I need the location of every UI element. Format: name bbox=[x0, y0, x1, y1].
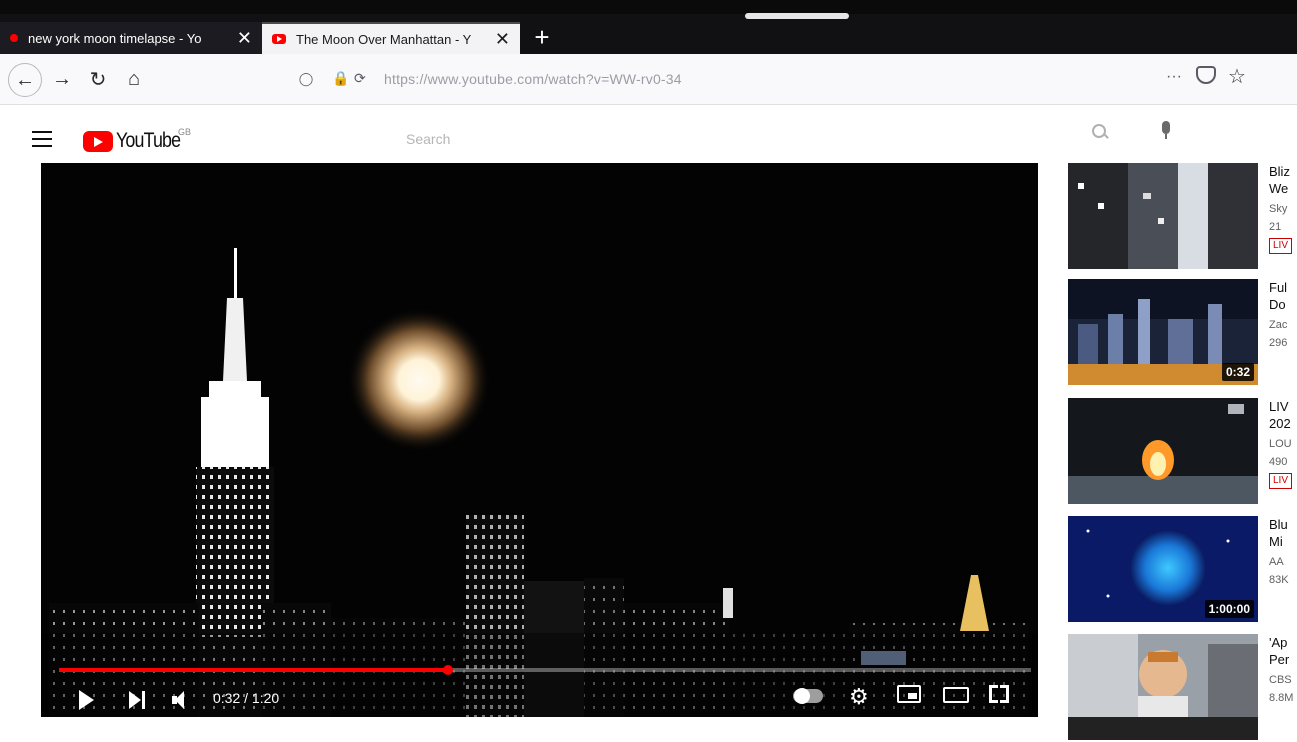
recommendation-views: 8.8M bbox=[1269, 692, 1294, 704]
next-video-icon[interactable] bbox=[129, 691, 147, 709]
recommendation-channel[interactable]: Zac bbox=[1269, 315, 1297, 335]
youtube-logo-icon[interactable] bbox=[83, 131, 113, 152]
autoplay-toggle[interactable] bbox=[793, 688, 823, 704]
tab-close-icon[interactable]: ✕ bbox=[237, 29, 252, 47]
url-address-field[interactable]: https://www.youtube.com/watch?v=WW-rv0-3… bbox=[384, 71, 682, 87]
back-button[interactable]: ← bbox=[8, 63, 42, 97]
back-arrow-icon: ← bbox=[15, 68, 35, 91]
moon bbox=[347, 308, 491, 452]
window-drag-handle[interactable] bbox=[745, 13, 849, 19]
recommendation-channel[interactable]: LOU bbox=[1269, 434, 1297, 454]
miniplayer-icon[interactable] bbox=[897, 685, 921, 703]
seek-scrubber-handle[interactable] bbox=[442, 665, 453, 675]
tab-title: new york moon timelapse - Yo bbox=[28, 30, 202, 46]
video-thumbnail[interactable] bbox=[1068, 634, 1258, 740]
reload-button[interactable]: ↻ bbox=[82, 63, 114, 95]
seek-bar-played bbox=[59, 668, 448, 672]
autoplay-permission-icon[interactable]: ⟳ bbox=[354, 70, 366, 87]
search-input[interactable]: Search bbox=[406, 131, 450, 147]
recommendation-item[interactable]: Bliz We Sky 21 LIV bbox=[1068, 163, 1297, 271]
tab-new-york-moon-timelapse[interactable]: new york moon timelapse - Yo ✕ bbox=[0, 22, 262, 54]
bookmark-star-icon[interactable]: ☆ bbox=[1228, 64, 1246, 89]
youtube-favicon-icon bbox=[272, 34, 286, 44]
lock-icon[interactable]: 🔒 bbox=[332, 70, 349, 87]
live-badge: LIV bbox=[1269, 473, 1293, 489]
recommendation-item[interactable]: 0:32 Ful Do Zac 296 bbox=[1068, 279, 1297, 387]
reload-icon: ↻ bbox=[89, 68, 107, 91]
video-thumbnail[interactable]: 1:00:00 bbox=[1068, 516, 1258, 622]
video-player[interactable]: 0:32 / 1:20 ⚙ bbox=[41, 163, 1038, 717]
country-code: GB bbox=[178, 127, 192, 137]
youtube-favicon-icon bbox=[10, 34, 18, 42]
duration-badge: 0:32 bbox=[1221, 363, 1254, 381]
video-frame-night-skyline bbox=[41, 163, 1038, 717]
recommendation-item[interactable]: LIV 202 LOU 490 LIV bbox=[1068, 398, 1297, 506]
guide-menu-icon[interactable] bbox=[32, 131, 52, 152]
live-badge: LIV bbox=[1269, 238, 1293, 254]
video-thumbnail[interactable]: 0:32 bbox=[1068, 279, 1258, 385]
search-icon[interactable] bbox=[1090, 122, 1110, 142]
recommendation-title[interactable]: LIV 202 bbox=[1269, 398, 1297, 432]
home-icon: ⌂ bbox=[127, 67, 141, 90]
pocket-icon[interactable] bbox=[1196, 66, 1216, 84]
recommendation-channel[interactable]: Sky bbox=[1269, 199, 1297, 219]
tab-close-icon[interactable]: ✕ bbox=[495, 30, 510, 48]
youtube-masthead: YouTube GB Search bbox=[0, 105, 1297, 161]
video-thumbnail[interactable] bbox=[1068, 163, 1258, 269]
lit-tower-top bbox=[723, 588, 733, 618]
recommendation-title[interactable]: Ful Do bbox=[1269, 279, 1297, 313]
volume-icon[interactable] bbox=[172, 691, 192, 709]
recommendation-item[interactable]: 'Ap Per CBS 8.8M bbox=[1068, 634, 1297, 742]
tab-moon-over-manhattan[interactable]: The Moon Over Manhattan - Y ✕ bbox=[262, 22, 520, 54]
seek-bar[interactable] bbox=[59, 665, 1031, 675]
recommendation-views: 83K bbox=[1269, 574, 1289, 586]
recommendation-title[interactable]: Bliz We bbox=[1269, 163, 1297, 197]
recommendation-channel[interactable]: CBS bbox=[1269, 670, 1297, 690]
navigation-toolbar: ← → ↻ ⌂ ◯ 🔒 ⟳ https://www.youtube.com/wa… bbox=[0, 54, 1297, 105]
recommendations-sidebar: Bliz We Sky 21 LIV 0:32 Ful Do Zac 296 L… bbox=[1068, 163, 1297, 740]
recommendation-channel[interactable]: AA bbox=[1269, 552, 1297, 572]
theater-mode-icon[interactable] bbox=[943, 687, 969, 703]
time-display: 0:32 / 1:20 bbox=[213, 690, 280, 706]
youtube-logo-text[interactable]: YouTube bbox=[116, 129, 181, 153]
settings-gear-icon[interactable]: ⚙ bbox=[849, 684, 869, 710]
title-bar bbox=[0, 0, 1297, 14]
play-icon[interactable] bbox=[79, 690, 94, 710]
recommendation-views: 21 bbox=[1269, 221, 1282, 233]
recommendation-item[interactable]: 1:00:00 Blu Mi AA 83K bbox=[1068, 516, 1297, 624]
forward-arrow-icon: → bbox=[52, 67, 72, 90]
forward-button[interactable]: → bbox=[46, 63, 78, 95]
recommendation-title[interactable]: 'Ap Per bbox=[1269, 634, 1297, 668]
fullscreen-icon[interactable] bbox=[989, 685, 1009, 703]
video-thumbnail[interactable] bbox=[1068, 398, 1258, 504]
tracking-protection-shield-icon[interactable]: ◯ bbox=[298, 71, 314, 87]
page-actions-more-icon[interactable]: ··· bbox=[1166, 68, 1182, 86]
microphone-icon[interactable] bbox=[1160, 121, 1172, 145]
duration-badge: 1:00:00 bbox=[1204, 600, 1254, 618]
new-tab-button[interactable]: + bbox=[528, 22, 556, 52]
recommendation-title[interactable]: Blu Mi bbox=[1269, 516, 1297, 550]
browser-tab-strip: new york moon timelapse - Yo ✕ The Moon … bbox=[0, 0, 1297, 54]
tab-title: The Moon Over Manhattan - Y bbox=[296, 31, 472, 47]
home-button[interactable]: ⌂ bbox=[118, 63, 150, 95]
recommendation-views: 490 bbox=[1269, 456, 1288, 468]
recommendation-views: 296 bbox=[1269, 337, 1288, 349]
